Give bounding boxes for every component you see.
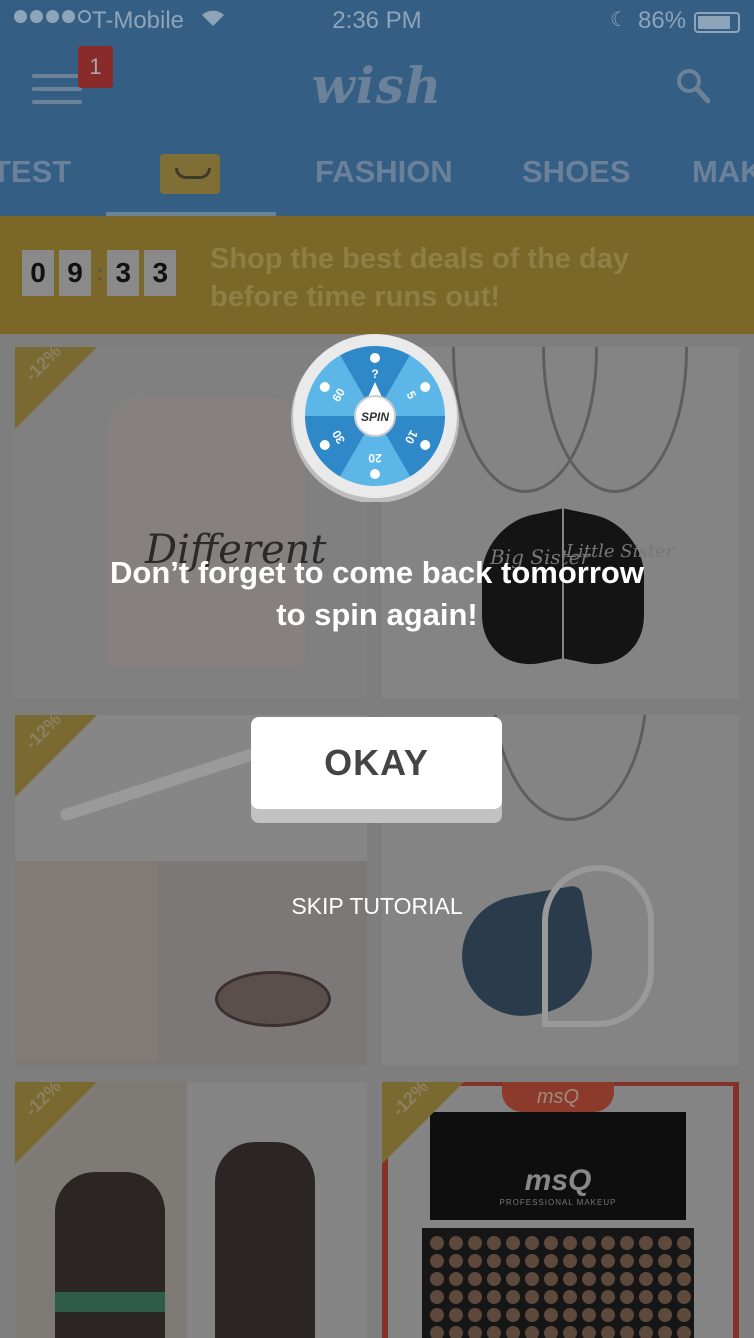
skip-tutorial-link[interactable]: SKIP TUTORIAL bbox=[0, 893, 754, 920]
spin-wheel-icon: ? 5 10 20 30 60 SPIN bbox=[289, 330, 461, 503]
wheel-gift-icon bbox=[420, 440, 431, 450]
wheel-gift-icon bbox=[420, 382, 431, 392]
tutorial-overlay bbox=[0, 0, 754, 1338]
wheel-gift-icon bbox=[370, 353, 380, 363]
tutorial-message-line: Don’t forget to come back tomorrow bbox=[110, 555, 644, 590]
tutorial-message-line: to spin again! bbox=[276, 597, 478, 632]
okay-button[interactable]: OKAY bbox=[251, 717, 502, 809]
wheel-segment-label: 20 bbox=[368, 451, 382, 465]
wheel-gift-icon bbox=[319, 382, 330, 392]
wheel-gift-icon bbox=[370, 469, 380, 479]
wheel-center-label: SPIN bbox=[361, 410, 389, 424]
tutorial-message: Don’t forget to come back tomorrow to sp… bbox=[40, 552, 714, 636]
wheel-segment-label: ? bbox=[371, 367, 378, 381]
wheel-gift-icon bbox=[319, 440, 330, 450]
